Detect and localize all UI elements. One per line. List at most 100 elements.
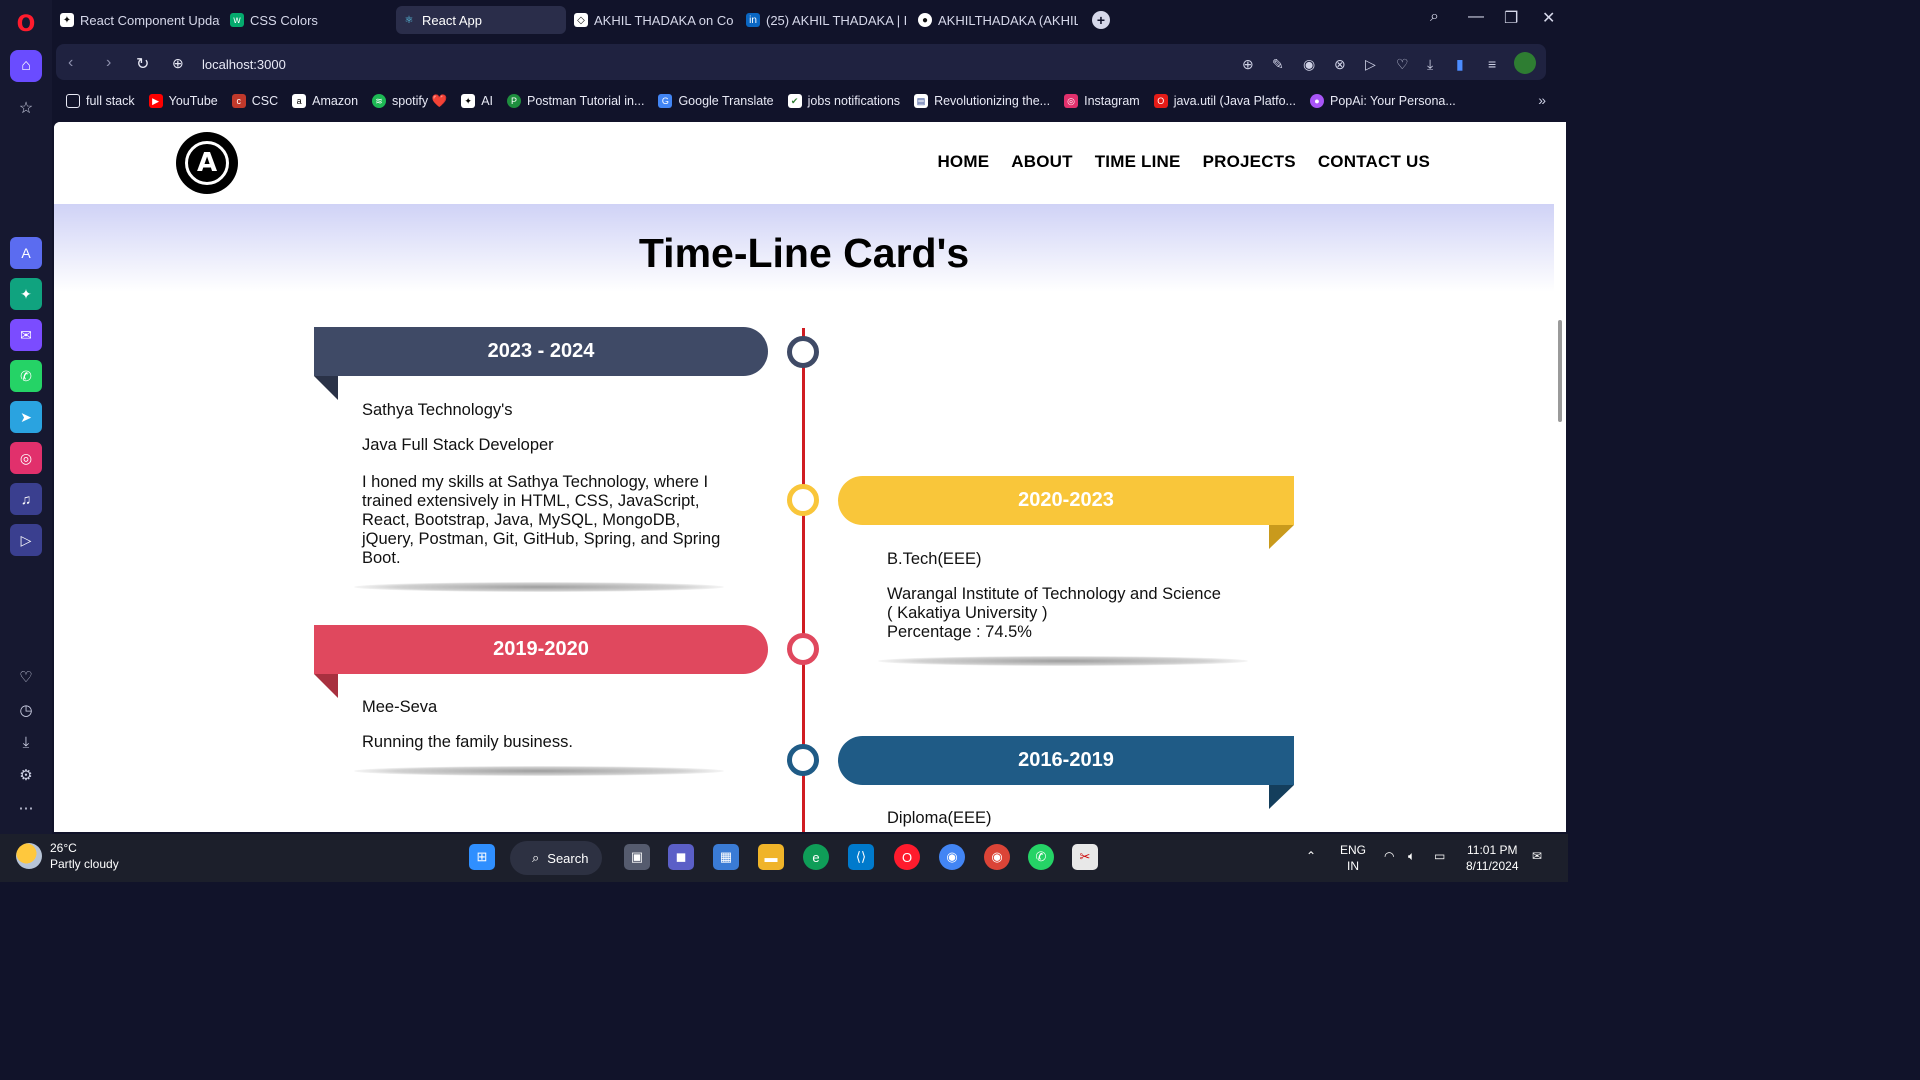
more-icon[interactable]: ⋯: [10, 792, 42, 824]
card-university: ( Kakatiya University ): [887, 604, 1048, 622]
task-view-icon[interactable]: ▣: [624, 844, 650, 870]
bookmark-label: java.util (Java Platfo...: [1173, 94, 1296, 108]
nav-time-line[interactable]: TIME LINE: [1095, 152, 1181, 172]
search-icon[interactable]: ⌕: [1430, 8, 1439, 26]
menu-icon[interactable]: ≡: [1488, 56, 1496, 72]
more-bookmarks-icon[interactable]: »: [1538, 92, 1546, 108]
telegram-icon[interactable]: ➤: [10, 401, 42, 433]
player-icon[interactable]: ▷: [10, 524, 42, 556]
heart-icon[interactable]: ♡: [1396, 56, 1409, 73]
store-icon[interactable]: ▦: [713, 844, 739, 870]
timeline-dot: [787, 484, 819, 516]
reload-icon[interactable]: ↻: [136, 54, 149, 74]
weather-widget[interactable]: 26°C Partly cloudy: [16, 840, 119, 872]
snipping-tool-icon[interactable]: ✂: [1072, 844, 1098, 870]
bookmark-jobs[interactable]: ✔ jobs notifications: [787, 94, 900, 108]
taskbar-search[interactable]: ⌕ Search: [510, 841, 602, 875]
address-bar[interactable]: ‹ › ↻ ⊕ localhost:3000 ⊕ ✎ ◉ ⊗ ▷ ♡ ⤓ ▮ ≡: [56, 44, 1546, 80]
bookmark-google-translate[interactable]: G Google Translate: [658, 94, 774, 108]
site-logo[interactable]: A: [176, 132, 238, 194]
zoom-icon[interactable]: ⊕: [1242, 56, 1254, 73]
whatsapp-icon[interactable]: ✆: [10, 360, 42, 392]
weather-text: Partly cloudy: [50, 857, 119, 871]
edge-icon[interactable]: e: [803, 844, 829, 870]
bookmark-java-util[interactable]: Ojava.util (Java Platfo...: [1153, 94, 1296, 108]
camera-icon[interactable]: ◉: [1303, 56, 1315, 73]
tab-react-component-update[interactable]: ✦ React Component Update: [54, 6, 220, 34]
csc-icon: c: [231, 94, 246, 108]
bookmark-csc[interactable]: c CSC: [231, 94, 278, 108]
language-indicator[interactable]: ENG IN: [1340, 842, 1366, 874]
bookmark-spotify[interactable]: ≋ spotify ❤️: [372, 94, 447, 109]
chrome-icon[interactable]: ◉: [939, 844, 965, 870]
avatar[interactable]: [1514, 52, 1536, 74]
bookmark-full-stack[interactable]: full stack: [66, 94, 135, 108]
back-icon[interactable]: ‹: [68, 54, 73, 72]
tab-css-colors[interactable]: w CSS Colors: [224, 6, 390, 34]
tray-chevron-icon[interactable]: ⌃: [1306, 848, 1316, 864]
file-explorer-icon[interactable]: ▬: [758, 844, 784, 870]
bookmark-youtube[interactable]: ▶ YouTube: [148, 94, 218, 108]
volume-icon[interactable]: 🔈︎: [1408, 848, 1415, 864]
banner-fold: [1269, 785, 1294, 809]
bookmark-instagram[interactable]: ◎ Instagram: [1064, 94, 1140, 108]
star-icon[interactable]: ☆: [10, 92, 42, 124]
bookmark-postman[interactable]: P Postman Tutorial in...: [507, 94, 644, 108]
history-icon[interactable]: ◷: [10, 694, 42, 726]
page-scrollbar[interactable]: [1554, 122, 1566, 832]
bookmark-ai[interactable]: ✦ AI: [461, 94, 493, 108]
instagram-icon[interactable]: ◎: [10, 442, 42, 474]
adblock-icon[interactable]: ⊗: [1334, 56, 1346, 73]
article-icon: ▤: [914, 94, 929, 108]
tab-github[interactable]: ● AKHILTHADAKA (AKHIL TH: [912, 6, 1078, 34]
wifi-icon[interactable]: ◠: [1384, 848, 1394, 864]
clock[interactable]: 11:01 PM 8/11/2024: [1466, 842, 1519, 874]
vscode-icon[interactable]: ⟨⟩: [848, 844, 874, 870]
bookmark-popai[interactable]: ● PopAi: Your Persona...: [1309, 94, 1456, 108]
battery-saver-icon[interactable]: ▮: [1456, 56, 1464, 73]
home-icon[interactable]: ⌂: [10, 50, 42, 82]
aria-icon[interactable]: A: [10, 237, 42, 269]
timeline-dot: [787, 336, 819, 368]
card-shadow: [878, 656, 1248, 666]
windows-start-icon[interactable]: ⊞: [469, 844, 495, 870]
download-icon[interactable]: ⤓: [10, 726, 42, 758]
opera-icon[interactable]: O: [894, 844, 920, 870]
maximize-icon[interactable]: ❐: [1504, 8, 1518, 28]
close-icon[interactable]: ✕: [1542, 8, 1555, 28]
tab-react-app[interactable]: ⚛ React App: [396, 6, 566, 34]
play-icon[interactable]: ▷: [1365, 56, 1376, 73]
battery-icon[interactable]: ▭: [1434, 848, 1445, 864]
bookmark-label: Amazon: [312, 94, 359, 108]
teams-icon[interactable]: ◼: [668, 844, 694, 870]
notification-icon[interactable]: ✉: [1532, 848, 1542, 864]
settings-icon[interactable]: ⚙: [10, 759, 42, 791]
music-icon[interactable]: ♫: [10, 483, 42, 515]
nav-projects[interactable]: PROJECTS: [1203, 152, 1296, 172]
messenger-icon[interactable]: ✉: [10, 319, 42, 351]
chrome-profile-icon[interactable]: ◉: [984, 844, 1010, 870]
tab-codepen[interactable]: ◇ AKHIL THADAKA on Code: [568, 6, 734, 34]
linkedin-icon: in: [746, 13, 760, 27]
edit-icon[interactable]: ✎: [1272, 56, 1284, 73]
bookmark-revolutionizing[interactable]: ▤ Revolutionizing the...: [914, 94, 1050, 108]
chatgpt-icon[interactable]: ✦: [10, 278, 42, 310]
bookmark-amazon[interactable]: a Amazon: [292, 94, 358, 108]
nav-home[interactable]: HOME: [937, 152, 989, 172]
nav-contact-us[interactable]: CONTACT US: [1318, 152, 1430, 172]
heart-icon[interactable]: ♡: [10, 661, 42, 693]
forward-icon[interactable]: ›: [106, 54, 111, 72]
nav-about[interactable]: ABOUT: [1011, 152, 1072, 172]
card-role: Running the family business.: [362, 733, 573, 751]
main-nav: HOME ABOUT TIME LINE PROJECTS CONTACT US: [937, 152, 1430, 172]
download-icon[interactable]: ⤓: [1427, 56, 1433, 73]
url-text[interactable]: localhost:3000: [202, 57, 286, 72]
minimize-icon[interactable]: —: [1468, 8, 1484, 26]
tab-linkedin[interactable]: in (25) AKHIL THADAKA | Lin: [740, 6, 906, 34]
scroll-thumb[interactable]: [1558, 320, 1562, 422]
opera-logo-icon[interactable]: O: [10, 8, 42, 40]
page-title: Time-Line Card's: [638, 230, 970, 276]
whatsapp-icon[interactable]: ✆: [1028, 844, 1054, 870]
new-tab-button[interactable]: +: [1092, 11, 1110, 29]
card-description: I honed my skills at Sathya Technology, …: [362, 473, 721, 567]
